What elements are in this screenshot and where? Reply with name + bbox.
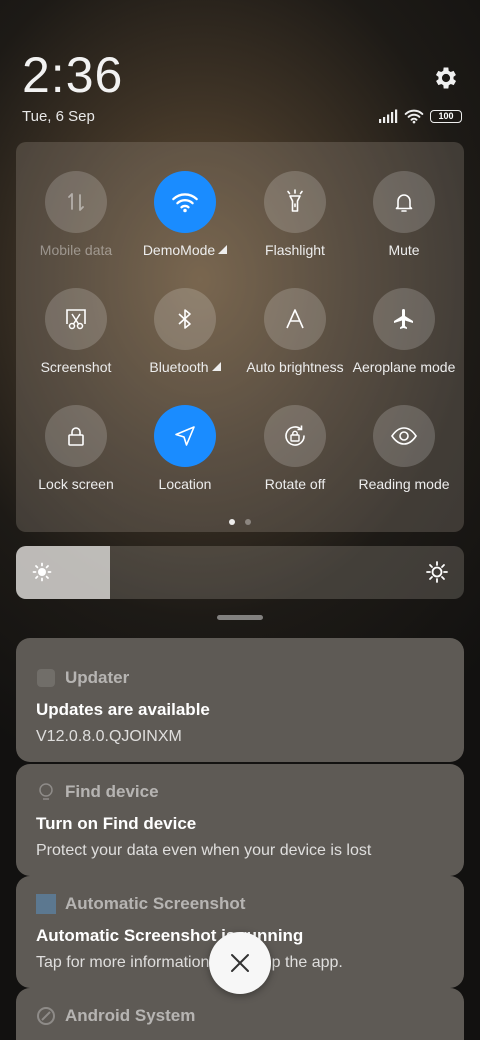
notification-title: Turn on Find device: [36, 814, 197, 833]
page-indicator: [16, 519, 464, 525]
expand-triangle-icon: [218, 245, 228, 254]
mobile-data-icon: [68, 193, 84, 211]
tile-label: Lock screen: [38, 476, 114, 492]
tile-label: Aeroplane mode: [352, 359, 456, 375]
wifi-icon: [172, 193, 198, 213]
tile-label: Rotate off: [264, 476, 326, 492]
close-icon: [231, 954, 249, 972]
tile-rotate-off[interactable]: Rotate off: [239, 405, 351, 492]
battery-icon: 100: [430, 109, 462, 123]
tile-auto-brightness[interactable]: Auto brightness: [239, 288, 351, 375]
tile-label: Flashlight: [265, 242, 325, 258]
tile-label: Mobile data: [39, 242, 113, 258]
tile-mobile-data[interactable]: Mobile data: [20, 171, 132, 258]
tile-label: Screenshot: [40, 359, 112, 375]
notification-app-name: Android System: [65, 1006, 196, 1025]
tile-label: DemoMode: [142, 242, 216, 258]
clock: 2:36: [22, 47, 124, 103]
signal-icon: [379, 109, 398, 123]
expand-triangle-icon: [211, 362, 221, 371]
auto-brightness-icon: [286, 309, 304, 329]
notification-android-system[interactable]: Android System: [16, 988, 464, 1040]
tile-reading-mode[interactable]: Reading mode: [348, 405, 460, 492]
page-dot: [245, 519, 251, 525]
rotate-lock-icon: [285, 425, 305, 446]
tile-bluetooth[interactable]: Bluetooth: [129, 288, 241, 375]
notification-app-name: Find device: [65, 782, 159, 801]
page-dot-active: [229, 519, 235, 525]
brightness-low-icon: [32, 562, 52, 587]
updater-icon: [37, 669, 55, 687]
tile-label: Bluetooth: [149, 359, 209, 375]
android-system-icon: [37, 1007, 55, 1025]
flashlight-icon: [287, 189, 303, 212]
screenshot-app-icon: [36, 894, 56, 914]
notification-updater[interactable]: Updater Updates are available V12.0.8.0.…: [16, 638, 464, 762]
bluetooth-icon: [178, 309, 191, 329]
brightness-high-icon: [426, 561, 448, 588]
eye-icon: [391, 427, 417, 445]
date: Tue, 6 Sep: [22, 108, 95, 125]
notification-app-name: Updater: [65, 668, 130, 687]
tile-demomode[interactable]: DemoMode: [129, 171, 241, 258]
drag-handle[interactable]: [217, 615, 263, 620]
find-device-icon: [39, 783, 53, 800]
notification-body: V12.0.8.0.QJOINXM: [36, 728, 182, 745]
tile-location[interactable]: Location: [129, 405, 241, 492]
tile-label: Reading mode: [358, 476, 450, 492]
system-icons: 100: [378, 108, 462, 124]
tile-aeroplane-mode[interactable]: Aeroplane mode: [348, 288, 460, 375]
tile-screenshot[interactable]: Screenshot: [20, 288, 132, 375]
notification-title: Updates are available: [36, 700, 210, 719]
notification-body: Protect your data even when your device …: [36, 842, 372, 859]
notification-find-device[interactable]: Find device Turn on Find device Protect …: [16, 764, 464, 876]
bell-icon: [395, 194, 413, 212]
lock-icon: [68, 427, 84, 446]
wifi-icon: [404, 109, 424, 124]
clear-notifications-button[interactable]: [209, 932, 271, 994]
brightness-slider-fill: [16, 546, 111, 599]
tile-label: Location: [158, 476, 212, 492]
quick-settings-panel: Mobile data DemoMode Flashlight Mute Scr…: [16, 142, 464, 532]
tile-flashlight[interactable]: Flashlight: [239, 171, 351, 258]
settings-icon[interactable]: [432, 64, 460, 92]
airplane-icon: [394, 309, 413, 329]
location-icon: [175, 426, 195, 446]
notification-body: Tap for more information or to stop the …: [36, 954, 343, 971]
notification-app-name: Automatic Screenshot: [65, 894, 246, 913]
brightness-slider[interactable]: [16, 546, 464, 599]
tile-lock-screen[interactable]: Lock screen: [20, 405, 132, 492]
status-area: 2:36 Tue, 6 Sep 100: [0, 0, 480, 140]
tile-mute[interactable]: Mute: [348, 171, 460, 258]
tile-label: Mute: [388, 242, 420, 258]
tile-label: Auto brightness: [246, 359, 344, 375]
screenshot-icon: [66, 309, 86, 330]
